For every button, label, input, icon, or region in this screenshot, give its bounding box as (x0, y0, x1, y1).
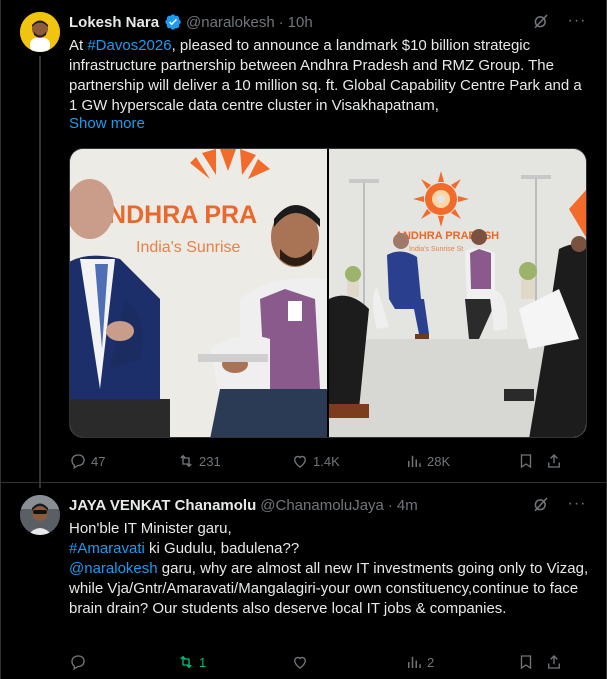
reply-button[interactable] (69, 652, 177, 672)
timeline-column: Lokesh Nara @naralokesh · 10h ··· At #Da… (0, 0, 607, 679)
tweet-header: JAYA VENKAT Chanamolu @ChanamoluJaya · 4… (69, 495, 418, 515)
more-icon[interactable]: ··· (568, 12, 586, 30)
separator-dot: · (387, 496, 393, 514)
author-handle[interactable]: @naralokesh (186, 14, 275, 31)
tweet-timestamp[interactable]: 4m (397, 497, 418, 514)
repost-count: 1 (199, 654, 207, 670)
banner-sub-left: India's Sunrise (136, 239, 241, 256)
repost-button[interactable]: 1 (177, 652, 291, 672)
hashtag-link[interactable]: #Davos2026 (87, 37, 171, 54)
show-more-link[interactable]: Show more (69, 115, 145, 132)
like-icon (294, 656, 306, 669)
share-icon (548, 454, 560, 468)
avatar[interactable] (20, 495, 60, 535)
reply-count: 47 (91, 453, 106, 469)
avatar-image (20, 12, 60, 52)
bookmark-icon (520, 454, 532, 469)
avatar[interactable] (20, 12, 60, 52)
reply-icon (71, 655, 85, 670)
tweet-timestamp[interactable]: 10h (288, 14, 313, 31)
hashtag-link[interactable]: #Amaravati (69, 540, 145, 557)
author-name[interactable]: Lokesh Nara (69, 14, 159, 31)
tweet-jaya-venkat[interactable]: JAYA VENKAT Chanamolu @ChanamoluJaya · 4… (1, 482, 607, 679)
reply-button[interactable]: 47 (69, 451, 177, 471)
repost-icon (180, 655, 192, 669)
bookmark-button[interactable] (517, 451, 545, 471)
tweet-text: At #Davos2026, pleased to announce a lan… (69, 36, 591, 116)
separator-dot: · (278, 13, 284, 31)
reply-icon (71, 454, 85, 469)
repost-button[interactable]: 231 (177, 451, 291, 471)
views-icon (408, 455, 421, 467)
bookmark-icon (520, 655, 532, 670)
tweet-header-icons: ··· (532, 495, 586, 513)
tweet-header-icons: ··· (532, 12, 586, 30)
bookmark-button[interactable] (517, 652, 545, 672)
tweet-line-1: Hon'ble IT Minister garu, (69, 520, 232, 537)
views-count: 2 (427, 654, 435, 670)
verified-badge-icon[interactable] (164, 13, 182, 31)
views-count: 28K (427, 453, 451, 469)
views-icon (408, 656, 421, 668)
tweet-line-2: #Amaravati ki Gudulu, badulena?? (69, 539, 591, 559)
author-name[interactable]: JAYA VENKAT Chanamolu (69, 497, 256, 514)
repost-icon (180, 454, 192, 468)
tweet-action-bar: 47 231 1.4K 28K (69, 451, 590, 471)
thread-connector-line (39, 56, 41, 488)
avatar-image (20, 495, 60, 535)
share-button[interactable] (545, 652, 569, 672)
banner-sub-right: India's Sunrise St (409, 246, 463, 253)
like-button[interactable]: 1.4K (291, 451, 405, 471)
share-icon (548, 655, 560, 669)
share-button[interactable] (545, 451, 569, 471)
tweet-action-bar: 1 2 (69, 652, 590, 672)
media-photo-right[interactable]: ANDHRA PRADESH India's Sunrise St (329, 149, 586, 437)
banner-title-left: ANDHRA PRA (90, 201, 257, 229)
tweet-lokesh-nara[interactable]: Lokesh Nara @naralokesh · 10h ··· At #Da… (1, 0, 607, 488)
like-count: 1.4K (313, 453, 340, 469)
tweet-text: Hon'ble IT Minister garu, #Amaravati ki … (69, 519, 591, 619)
tweet-line-3: @naralokesh garu, why are almost all new… (69, 559, 591, 619)
tweet-media[interactable]: ANDHRA PRA India's Sunrise ANDHRA PRADES… (69, 148, 587, 438)
tweet-line-2-rest: ki Gudulu, badulena?? (144, 540, 300, 557)
tweet-text-pre: At (69, 37, 88, 54)
mention-link[interactable]: @naralokesh (69, 560, 158, 577)
more-icon[interactable]: ··· (568, 495, 586, 513)
author-handle[interactable]: @ChanamoluJaya (260, 497, 384, 514)
views-button[interactable]: 28K (405, 451, 517, 471)
media-photo-left[interactable]: ANDHRA PRA India's Sunrise (70, 149, 327, 437)
like-icon (294, 455, 306, 468)
like-button[interactable] (291, 652, 405, 672)
tweet-header: Lokesh Nara @naralokesh · 10h (69, 12, 313, 32)
repost-count: 231 (199, 453, 221, 469)
views-button[interactable]: 2 (405, 652, 517, 672)
grok-icon[interactable] (532, 12, 550, 30)
grok-icon[interactable] (532, 495, 550, 513)
